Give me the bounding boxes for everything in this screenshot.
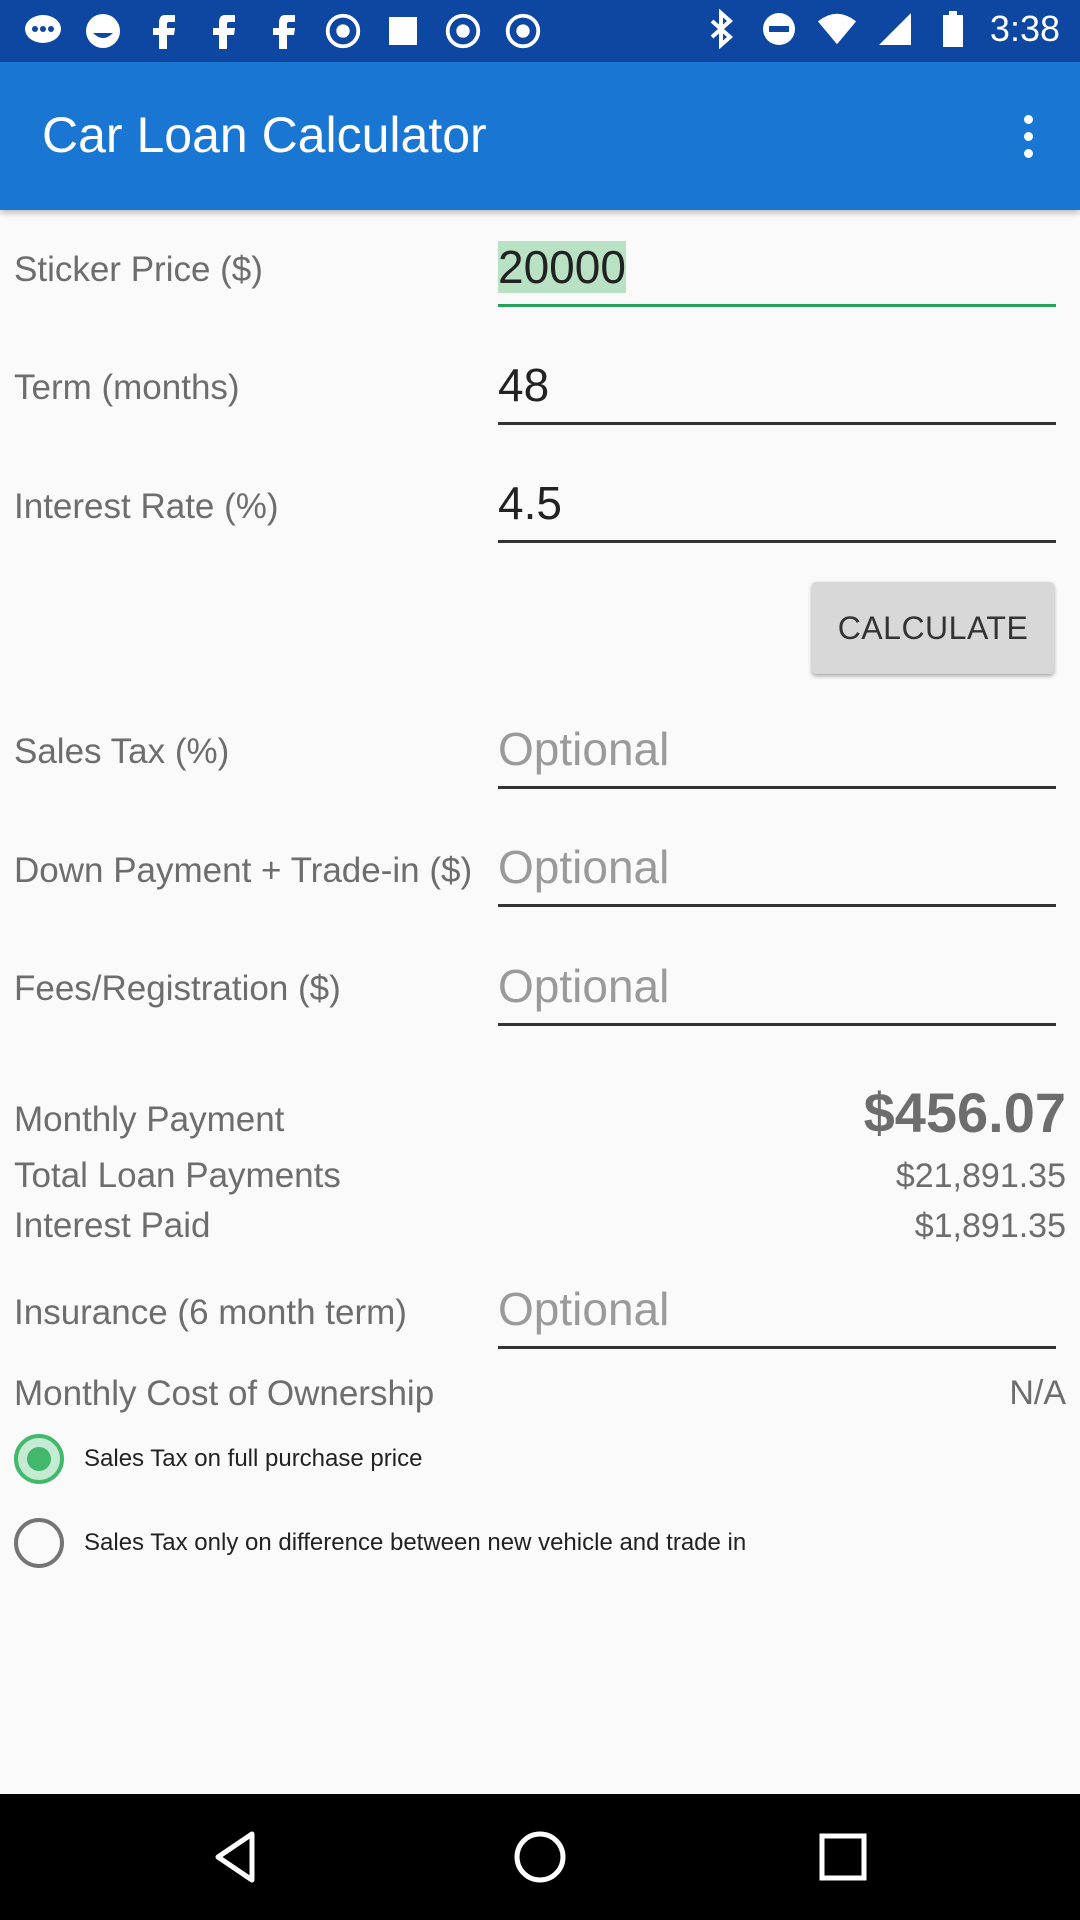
down-payment-input[interactable]: Optional [498,834,1056,907]
term-label: Term (months) [14,368,240,407]
radio-full-price-label: Sales Tax on full purchase price [84,1445,423,1472]
status-time: 3:38 [989,8,1060,49]
interest-paid-value: $1,891.35 [914,1207,1066,1245]
home-icon[interactable] [505,1822,575,1892]
insurance-placeholder: Optional [498,1283,670,1335]
term-input[interactable]: 48 [498,352,1056,425]
signal-icon [874,8,916,50]
sales-tax-placeholder: Optional [498,723,670,775]
down-payment-label: Down Payment + Trade-in ($) [14,851,473,890]
facebook-icon [262,10,304,52]
radio-button-unselected[interactable] [14,1518,64,1568]
bluetooth-icon [700,8,742,50]
radio-button-selected[interactable] [14,1434,64,1484]
square-icon [382,10,424,52]
emoji-icon [82,10,124,52]
messages-icon [22,10,64,52]
ownership-label: Monthly Cost of Ownership [14,1374,435,1413]
interest-paid-label: Interest Paid [14,1206,211,1245]
app-bar: Car Loan Calculator [0,62,1080,210]
interest-rate-label: Interest Rate (%) [14,487,279,526]
abc13-icon [442,10,484,52]
radio-difference[interactable]: Sales Tax only on difference between new… [14,1518,746,1568]
back-icon[interactable] [202,1822,272,1892]
facebook-icon [202,10,244,52]
wifi-icon [816,8,858,50]
radio-difference-label: Sales Tax only on difference between new… [84,1529,747,1556]
sticker-price-label: Sticker Price ($) [14,250,263,289]
interest-rate-value: 4.5 [498,477,562,529]
total-loan-payments-value: $21,891.35 [895,1157,1066,1195]
notification-icons [22,10,544,52]
insurance-label: Insurance (6 month term) [14,1293,407,1332]
sticker-price-input[interactable]: 20000 [498,234,1056,307]
fees-input[interactable]: Optional [498,953,1056,1026]
monthly-payment-value: $456.07 [863,1081,1066,1144]
system-icons: 3:38 [700,8,1060,50]
insurance-input[interactable]: Optional [498,1276,1056,1349]
radio-full-price[interactable]: Sales Tax on full purchase price [14,1434,422,1484]
ownership-value: N/A [1009,1374,1066,1412]
recents-icon[interactable] [808,1822,878,1892]
facebook-icon [142,10,184,52]
status-bar: 3:38 [0,0,1080,62]
battery-icon [932,8,974,50]
fees-label: Fees/Registration ($) [14,969,341,1008]
interest-rate-input[interactable]: 4.5 [498,470,1056,543]
fees-placeholder: Optional [498,960,670,1012]
total-loan-payments-label: Total Loan Payments [14,1156,341,1195]
term-value: 48 [498,359,550,411]
monthly-payment-label: Monthly Payment [14,1100,285,1139]
abc13-icon [322,10,364,52]
abc13-icon [502,10,544,52]
sales-tax-input[interactable]: Optional [498,716,1056,789]
app-title: Car Loan Calculator [42,107,487,163]
more-vert-icon[interactable] [998,106,1058,166]
navigation-bar [0,1794,1080,1920]
calculate-button[interactable]: CALCULATE [812,582,1054,674]
sales-tax-label: Sales Tax (%) [14,732,230,771]
sticker-price-value: 20000 [498,241,626,293]
down-payment-placeholder: Optional [498,841,670,893]
mute-icon [758,8,800,50]
